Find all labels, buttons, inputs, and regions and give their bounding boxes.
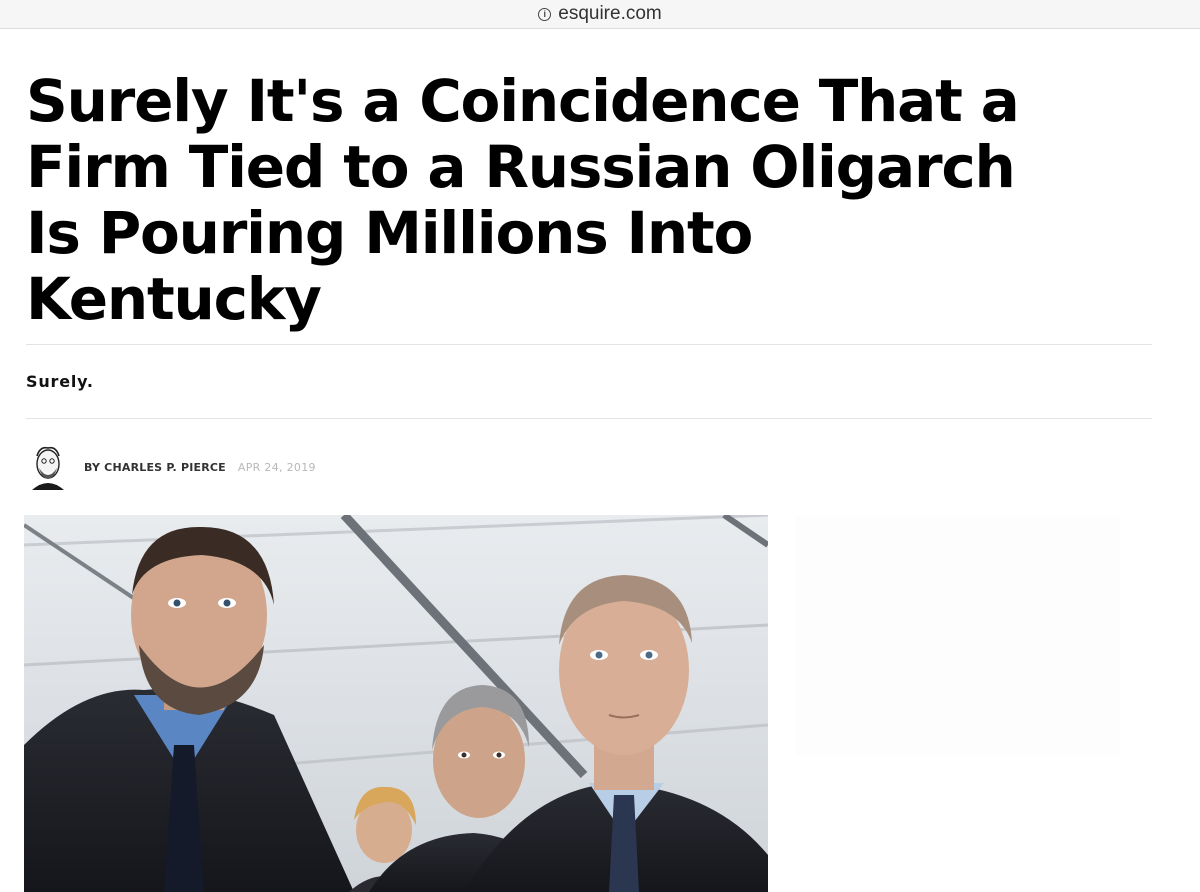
author-avatar[interactable] — [26, 442, 70, 492]
byline-author[interactable]: BY CHARLES P. PIERCE — [84, 461, 226, 474]
byline-date: APR 24, 2019 — [237, 460, 316, 474]
url-text: esquire.com — [558, 3, 662, 24]
divider-bottom — [26, 418, 1152, 419]
headline-line-3: Is Pouring Millions Into — [26, 199, 753, 267]
ad-slot — [795, 515, 1120, 755]
article-dek: Surely. — [26, 372, 94, 391]
browser-url-bar[interactable]: i esquire.com — [0, 0, 1200, 29]
divider-top — [26, 344, 1152, 345]
info-icon[interactable]: i — [538, 7, 552, 21]
headline-line-1: Surely It's a Coincidence That a — [26, 67, 1020, 135]
hero-image[interactable] — [24, 515, 768, 892]
headline-line-4: Kentucky — [26, 265, 322, 333]
hero-photo-illustration — [24, 515, 768, 892]
byline: BY CHARLES P. PIERCE APR 24, 2019 — [26, 442, 316, 492]
headline-line-2: Firm Tied to a Russian Oligarch — [26, 133, 1016, 201]
article-headline: Surely It's a Coincidence That a Firm Ti… — [26, 68, 1166, 332]
